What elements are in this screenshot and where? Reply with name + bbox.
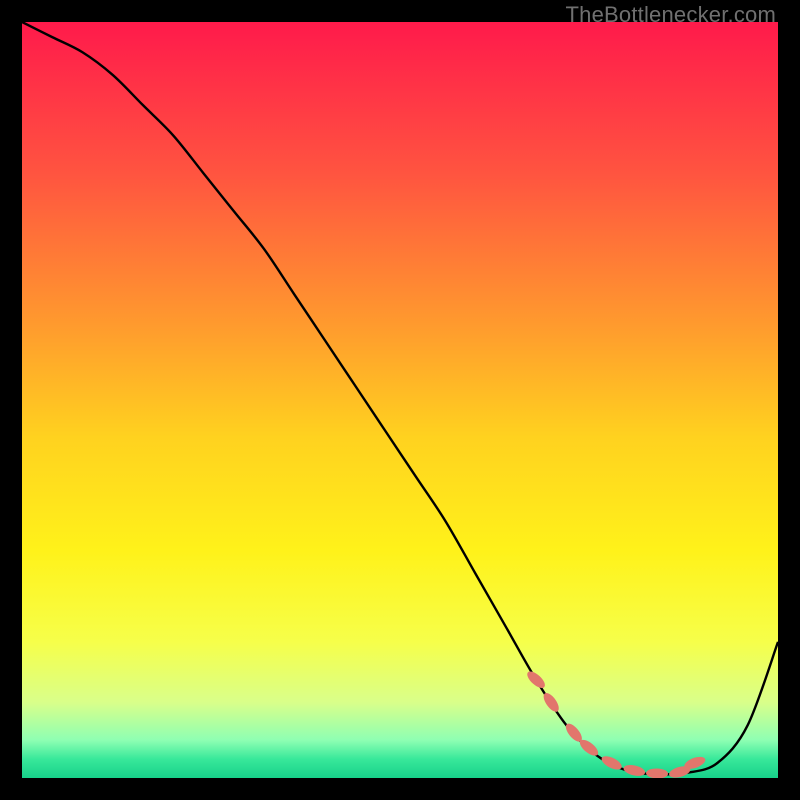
bottleneck-chart xyxy=(22,22,778,778)
chart-frame xyxy=(22,22,778,778)
chart-background xyxy=(22,22,778,778)
